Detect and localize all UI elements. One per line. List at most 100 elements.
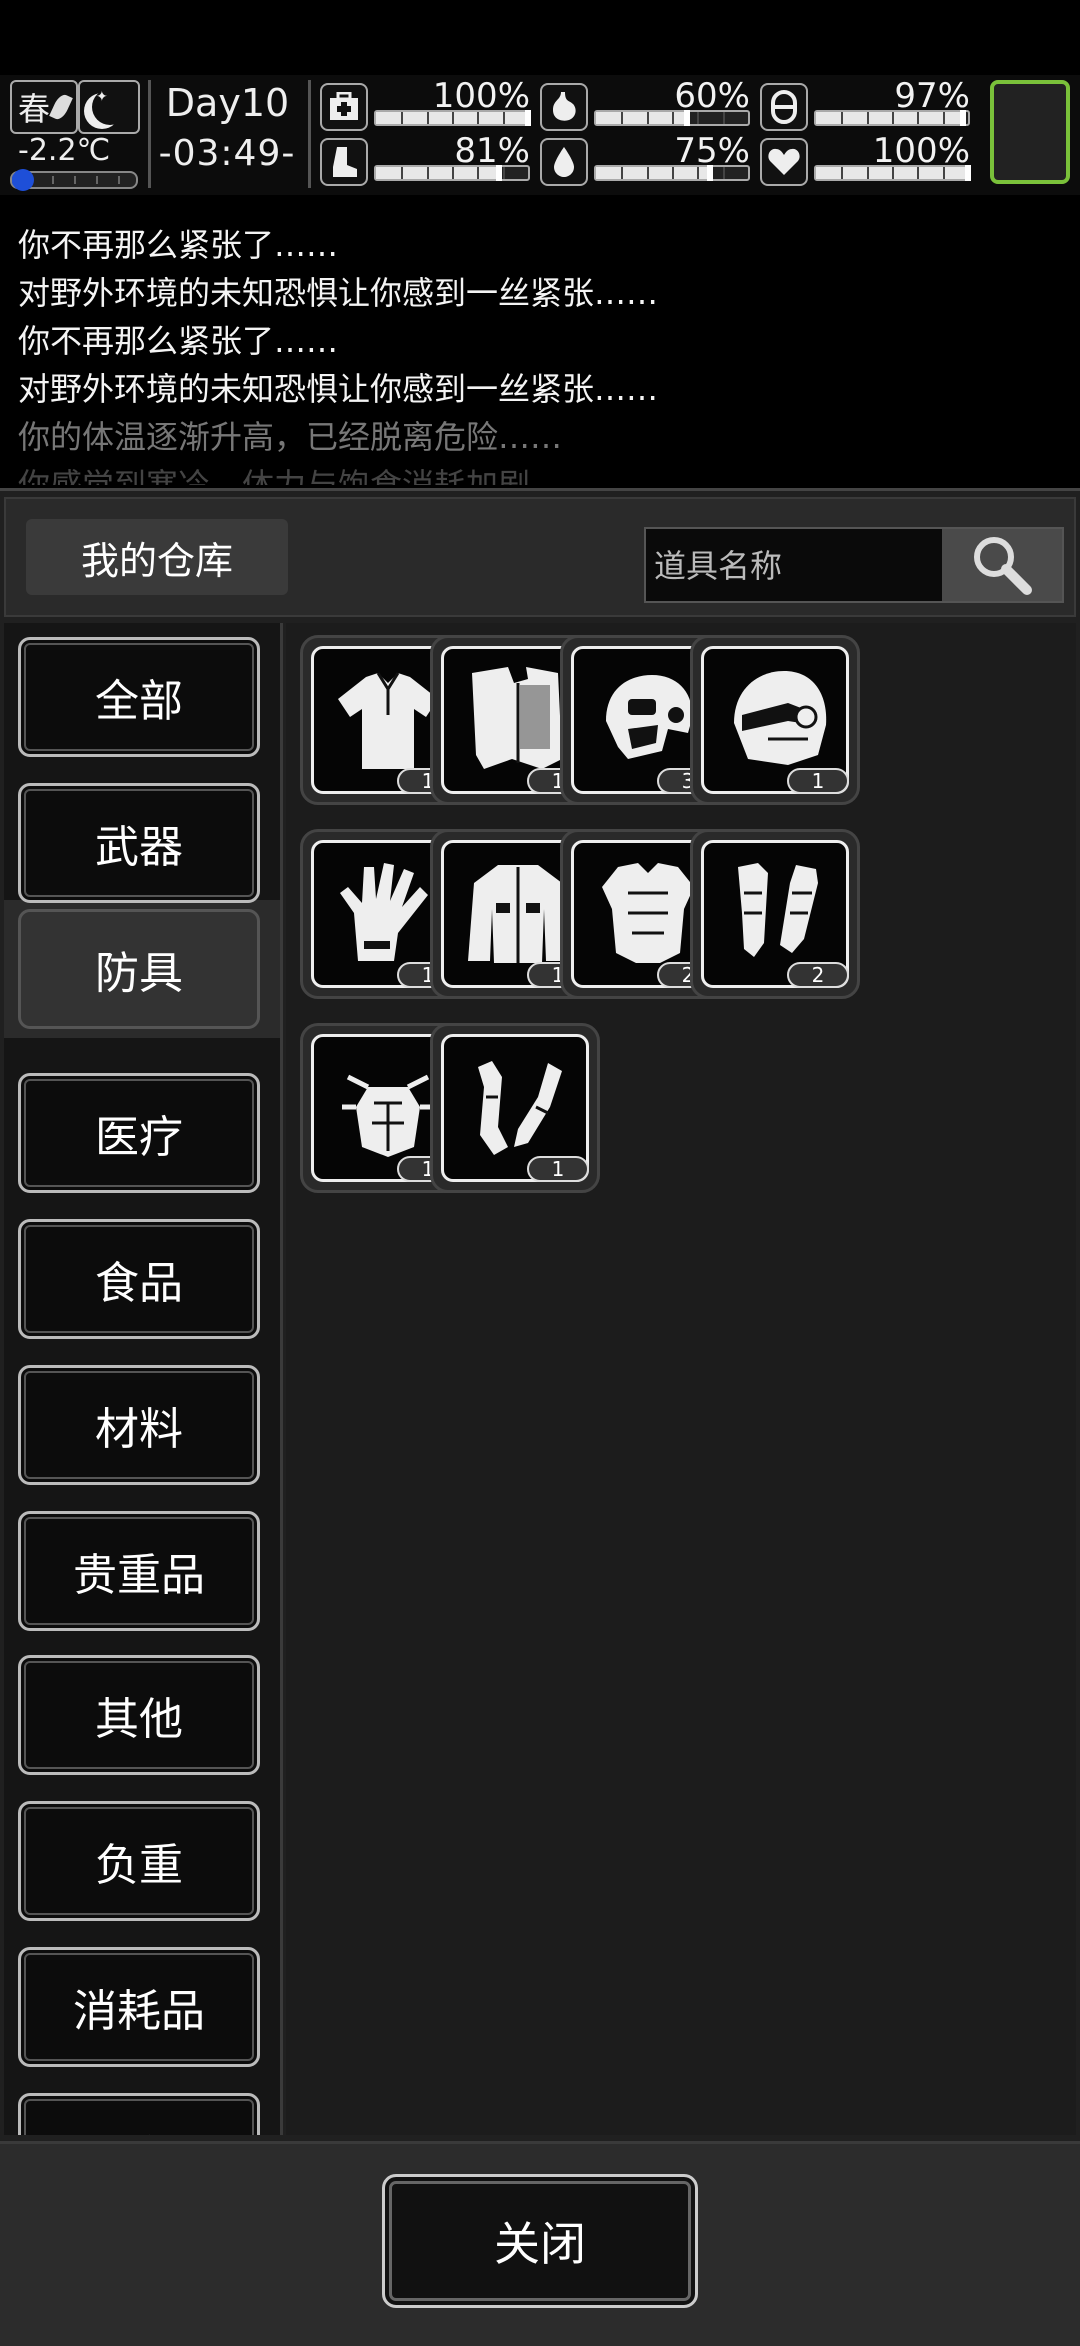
stat-bar-segment (426, 167, 429, 179)
category-load[interactable]: 负重 (18, 1801, 260, 1921)
full-helmet-icon (734, 671, 827, 765)
category-armor[interactable]: 防具 (18, 909, 260, 1029)
item-count: 2 (787, 962, 849, 988)
temperature-tick (96, 176, 98, 184)
temperature-tick (74, 176, 76, 184)
stat-bar-segment (697, 112, 700, 124)
stat-bar-segment (841, 167, 844, 179)
log-line: 对野外环境的未知恐惧让你感到一丝紧张…… (18, 370, 659, 408)
temperature-tick (118, 176, 120, 184)
item-search (644, 527, 1064, 603)
stat-fill (596, 167, 710, 179)
item-slot[interactable]: 1 (690, 635, 860, 805)
stat-bar-segment (672, 167, 674, 179)
stat-bar-segment (892, 112, 894, 124)
stat-bar-segment (892, 167, 894, 179)
stat-thirst: 75% (540, 131, 750, 186)
stat-bar-segment (646, 167, 649, 179)
night-indicator: ✦ (78, 80, 140, 134)
stat-bar-segment (917, 167, 920, 179)
arm-guards-icon (478, 1061, 562, 1155)
category-materials[interactable]: 材料 (18, 1365, 260, 1485)
medkit-icon (320, 83, 368, 131)
stat-bar (374, 165, 530, 181)
shin-guards-icon (738, 863, 818, 957)
day-counter: Day10 (165, 81, 290, 125)
stat-bar-segment (452, 167, 454, 179)
hud-divider (308, 80, 311, 188)
stat-bar (814, 165, 971, 181)
stomach-icon (540, 83, 588, 131)
log-line: 对野外环境的未知恐惧让你感到一丝紧张…… (18, 274, 659, 312)
stat-bar-segment (866, 112, 869, 124)
category-valuables[interactable]: 贵重品 (18, 1511, 260, 1631)
season-indicator: 春 (10, 80, 78, 134)
close-button[interactable]: 关闭 (382, 2174, 698, 2308)
warehouse-title: 我的仓库 (26, 519, 288, 595)
item-slot[interactable]: 2 (690, 829, 860, 999)
category-weapons[interactable]: 武器 (18, 783, 260, 903)
stat-bar-segment (621, 112, 624, 124)
stat-bar (814, 110, 970, 126)
stat-bar-segment (722, 167, 725, 179)
heart-icon (760, 138, 808, 186)
stat-bar-segment (452, 112, 454, 124)
leaf-icon (49, 92, 73, 122)
stat-bar-segment (672, 112, 674, 124)
stat-bar-segment (401, 112, 404, 124)
category-all[interactable]: 全部 (18, 637, 260, 757)
category-medical[interactable]: 医疗 (18, 1073, 260, 1193)
stat-bar-segment (477, 167, 480, 179)
stat-fill (816, 112, 964, 124)
stat-bar-segment (646, 112, 649, 124)
message-log[interactable]: 你不再那么紧张了…… 对野外环境的未知恐惧让你感到一丝紧张…… 你不再那么紧张了… (0, 205, 1080, 485)
star-icon: ✦ (96, 89, 108, 105)
search-icon (974, 537, 1032, 595)
stat-knob (707, 165, 713, 181)
stat-bar-segment (866, 167, 869, 179)
stat-health: 100% (320, 76, 531, 131)
category-more[interactable]: 传统 (18, 2093, 260, 2135)
search-input[interactable] (646, 529, 954, 603)
boot-icon (320, 138, 368, 186)
category-list[interactable]: 全部 武器 防具 医疗 食品 材料 贵重品 其他 负重 消耗品 传统 (4, 623, 283, 2135)
stat-bar-segment (917, 112, 920, 124)
stat-bar (594, 110, 750, 126)
hud-divider (148, 80, 151, 188)
stat-mood: 97% (760, 76, 970, 131)
stat-bar-segment (426, 112, 429, 124)
stat-bar-segment (477, 112, 480, 124)
stat-knob (960, 110, 967, 126)
category-other[interactable]: 其他 (18, 1655, 260, 1775)
category-consumables[interactable]: 消耗品 (18, 1947, 260, 2067)
stat-bar-segment (697, 167, 700, 179)
warehouse-header: 我的仓库 (4, 497, 1076, 617)
item-slot[interactable]: 1 (430, 1023, 600, 1193)
log-line: 你不再那么紧张了…… (18, 226, 339, 264)
log-line: 你的体温逐渐升高，已经脱离危险…… (18, 418, 563, 456)
log-line: 你不再那么紧张了…… (18, 322, 339, 360)
stat-bar-segment (621, 167, 624, 179)
status-slot[interactable] (990, 80, 1070, 184)
pill-icon (760, 83, 808, 131)
water-drop-icon (540, 138, 588, 186)
item-grid: 1 1 3 1 1 1 2 2 1 1 (286, 623, 1076, 2135)
thermometer-bulb-icon (12, 169, 34, 191)
stat-fill (376, 167, 500, 179)
panel-footer: 关闭 (0, 2141, 1080, 2346)
stat-hunger: 60% (540, 76, 750, 131)
stat-knob (525, 110, 531, 126)
game-clock: -03:49- (158, 133, 296, 174)
log-line: 你感觉到寒冷，体力与饱食消耗加剧 (18, 466, 531, 485)
category-food[interactable]: 食品 (18, 1219, 260, 1339)
stat-knob (965, 165, 971, 181)
stat-bar-segment (502, 112, 505, 124)
stat-knob (496, 165, 503, 181)
stat-stamina: 81% (320, 131, 530, 186)
search-button[interactable] (942, 529, 1062, 601)
stat-bar (374, 110, 531, 126)
temperature-bar (10, 169, 138, 191)
stat-bar-segment (841, 112, 844, 124)
temperature-tick (52, 176, 54, 184)
item-count: 1 (787, 768, 849, 794)
